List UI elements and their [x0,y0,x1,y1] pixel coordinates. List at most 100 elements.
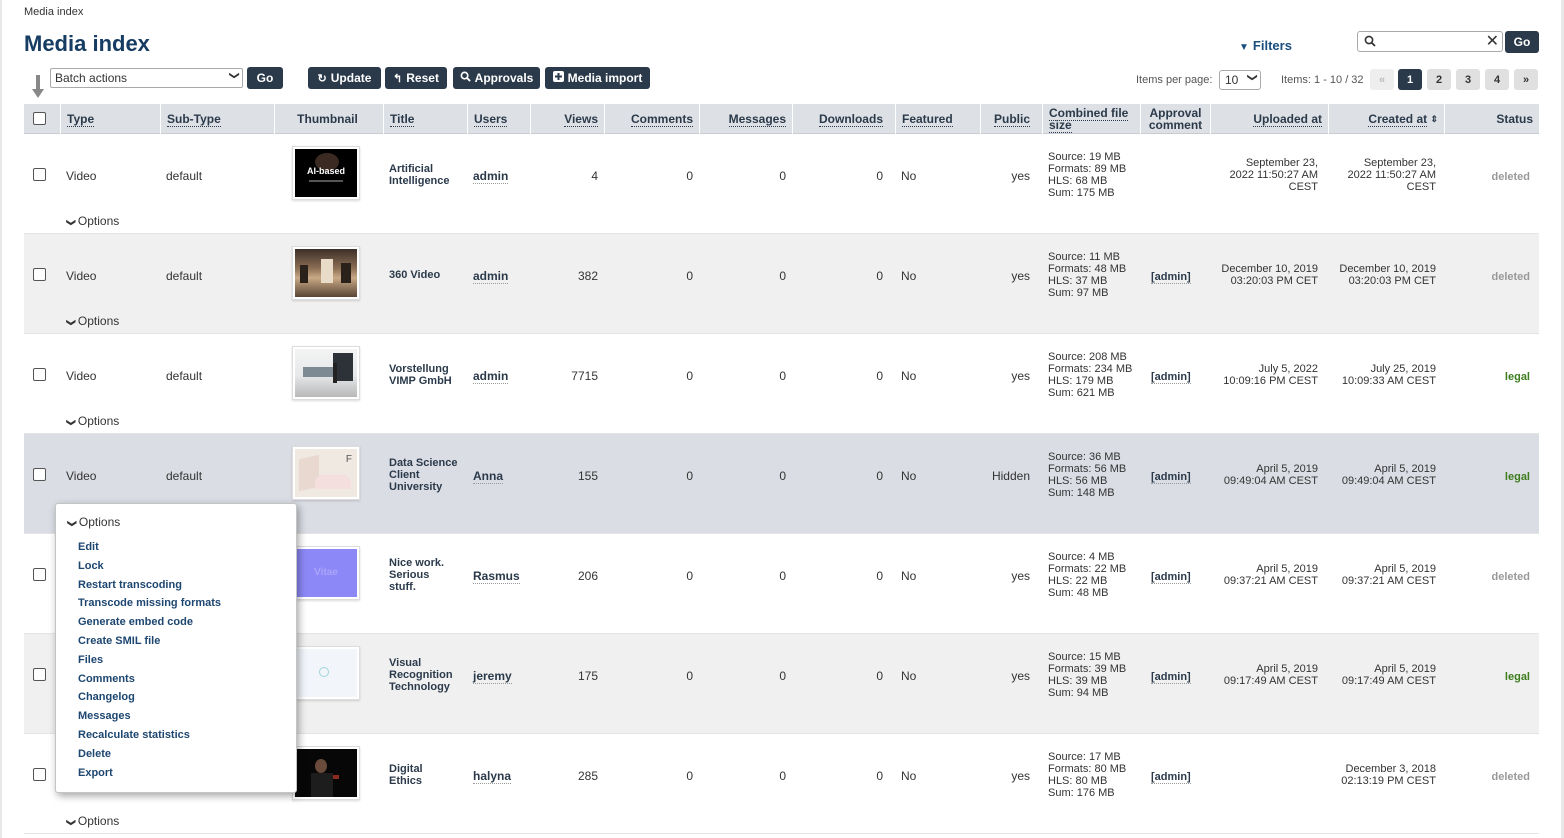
options-menu-item[interactable]: Messages [78,710,131,722]
options-menu-item[interactable]: Transcode missing formats [78,597,221,609]
pagination-page-2[interactable]: 2 [1427,69,1451,90]
approval-link[interactable]: [admin] [1151,571,1191,584]
options-menu-item[interactable]: Lock [78,560,104,572]
col-uploaded[interactable]: Uploaded at [1210,104,1328,134]
clear-icon[interactable]: ✕ [1486,32,1499,52]
col-users[interactable]: Users [467,104,530,134]
options-menu-item[interactable]: Recalculate statistics [78,729,190,741]
options-toggle[interactable]: ❯ Options [66,814,119,828]
options-menu-item[interactable]: Delete [78,748,111,760]
user-link[interactable]: admin [473,269,509,284]
table-header: Type Sub-Type Thumbnail Title Users View… [24,104,1539,134]
options-menu-item[interactable]: Restart transcoding [78,579,182,591]
user-link[interactable]: Rasmus [473,569,520,584]
col-title[interactable]: Title [383,104,467,134]
pagination-page-4[interactable]: 4 [1485,69,1509,90]
search-input[interactable]: ✕ [1357,31,1503,52]
breadcrumb[interactable]: Media index [24,6,83,18]
options-toggle[interactable]: ❯ Options [66,314,120,328]
options-toggle[interactable]: ❯ Options [66,214,119,228]
options-toggle[interactable]: ❯ Options [66,414,119,428]
options-menu-item[interactable]: Edit [78,541,99,553]
approval-link[interactable]: [admin] [1151,371,1191,384]
batch-actions-select[interactable]: Batch actions ❯ [50,68,243,88]
options-menu-item[interactable]: Create SMIL file [78,635,160,647]
row-checkbox[interactable] [33,168,46,181]
public-cell: yes [1011,169,1030,183]
approval-link[interactable]: [admin] [1151,471,1191,484]
thumbnail[interactable]: AI-based [292,146,360,200]
user-link[interactable]: jeremy [473,669,512,684]
title-line: Technology [389,681,450,693]
col-combined-size[interactable]: Combined file size [1042,104,1140,134]
thumbnail[interactable] [292,646,360,700]
col-type[interactable]: Type [60,104,160,134]
row-checkbox[interactable] [33,468,46,481]
col-status[interactable]: Status [1444,104,1539,134]
table-row: Video default Vorstellung VIMP GmbH admin 771… [24,334,1539,434]
comments-cell: 0 [686,469,693,483]
media-import-button[interactable]: Media import [545,67,650,89]
approval-link[interactable]: [admin] [1151,771,1191,784]
row-checkbox[interactable] [33,768,46,781]
filters-toggle[interactable]: ▼ Filters [1239,38,1292,53]
options-menu-item[interactable]: Changelog [78,691,135,703]
user-link[interactable]: admin [473,169,509,184]
approval-link[interactable]: [admin] [1151,671,1191,684]
col-subtype[interactable]: Sub-Type [160,104,274,134]
search-go-button[interactable]: Go [1505,31,1539,53]
col-public[interactable]: Public [980,104,1036,134]
pagination-page-3[interactable]: 3 [1456,69,1480,90]
row-checkbox[interactable] [33,368,46,381]
options-menu-item[interactable]: Files [78,654,103,666]
row-checkbox[interactable] [33,668,46,681]
title-link[interactable]: 360 Video [389,269,469,281]
thumbnail[interactable] [292,346,360,400]
options-menu-item[interactable]: Generate embed code [78,616,193,628]
title-link[interactable]: Vorstellung VIMP GmbH [389,363,469,387]
batch-go-button[interactable]: Go [247,67,283,89]
thumbnail[interactable] [292,746,360,800]
options-toggle[interactable]: ❯ Options [67,515,120,529]
title-link[interactable]: Visual Recognition Technology [389,657,469,693]
title-link[interactable]: Digital Ethics [389,763,469,787]
created-line: December 10, 2019 [1339,263,1436,275]
views-cell: 7715 [571,369,598,383]
user-link[interactable]: Anna [473,469,503,484]
col-thumbnail-label: Thumbnail [297,112,358,126]
thumbnail[interactable] [292,246,360,300]
row-checkbox[interactable] [33,268,46,281]
reset-label: Reset [406,71,439,85]
pagination-next[interactable]: » [1514,69,1538,90]
thumbnail[interactable]: Vitae [292,546,360,600]
select-all-checkbox[interactable] [33,112,46,125]
items-per-page-select[interactable]: 10 ❯ [1219,70,1261,90]
approvals-button[interactable]: Approvals [453,67,540,89]
window-left-edge [0,0,2,838]
chevron-down-icon: ❯ [66,818,77,827]
col-downloads[interactable]: Downloads [792,104,889,134]
options-label: Options [77,314,120,328]
thumbnail[interactable]: F [292,446,360,500]
title-line: Nice work. [389,557,445,569]
user-link[interactable]: admin [473,369,509,384]
title-link[interactable]: Nice work. Serious stuff. [389,557,469,593]
col-views[interactable]: Views [530,104,604,134]
col-created[interactable]: Created at ⇕ [1328,104,1444,134]
approval-link[interactable]: [admin] [1151,271,1191,284]
update-button[interactable]: ↻ Update [308,67,381,89]
col-messages[interactable]: Messages [699,104,792,134]
col-thumbnail: Thumbnail [274,104,380,134]
options-menu-item[interactable]: Export [78,767,113,779]
title-link[interactable]: Data Science Client University [389,457,469,493]
title-link[interactable]: Artificial Intelligence [389,163,469,187]
col-featured[interactable]: Featured [895,104,980,134]
size-line: Sum: 176 MB [1048,787,1115,799]
col-comments[interactable]: Comments [604,104,699,134]
reset-button[interactable]: ↰ Reset [385,67,447,89]
options-menu-item[interactable]: Comments [78,673,135,685]
pagination-page-1[interactable]: 1 [1398,69,1422,90]
user-link[interactable]: halyna [473,769,512,784]
col-subtype-label: Sub-Type [167,111,221,127]
row-checkbox[interactable] [33,568,46,581]
